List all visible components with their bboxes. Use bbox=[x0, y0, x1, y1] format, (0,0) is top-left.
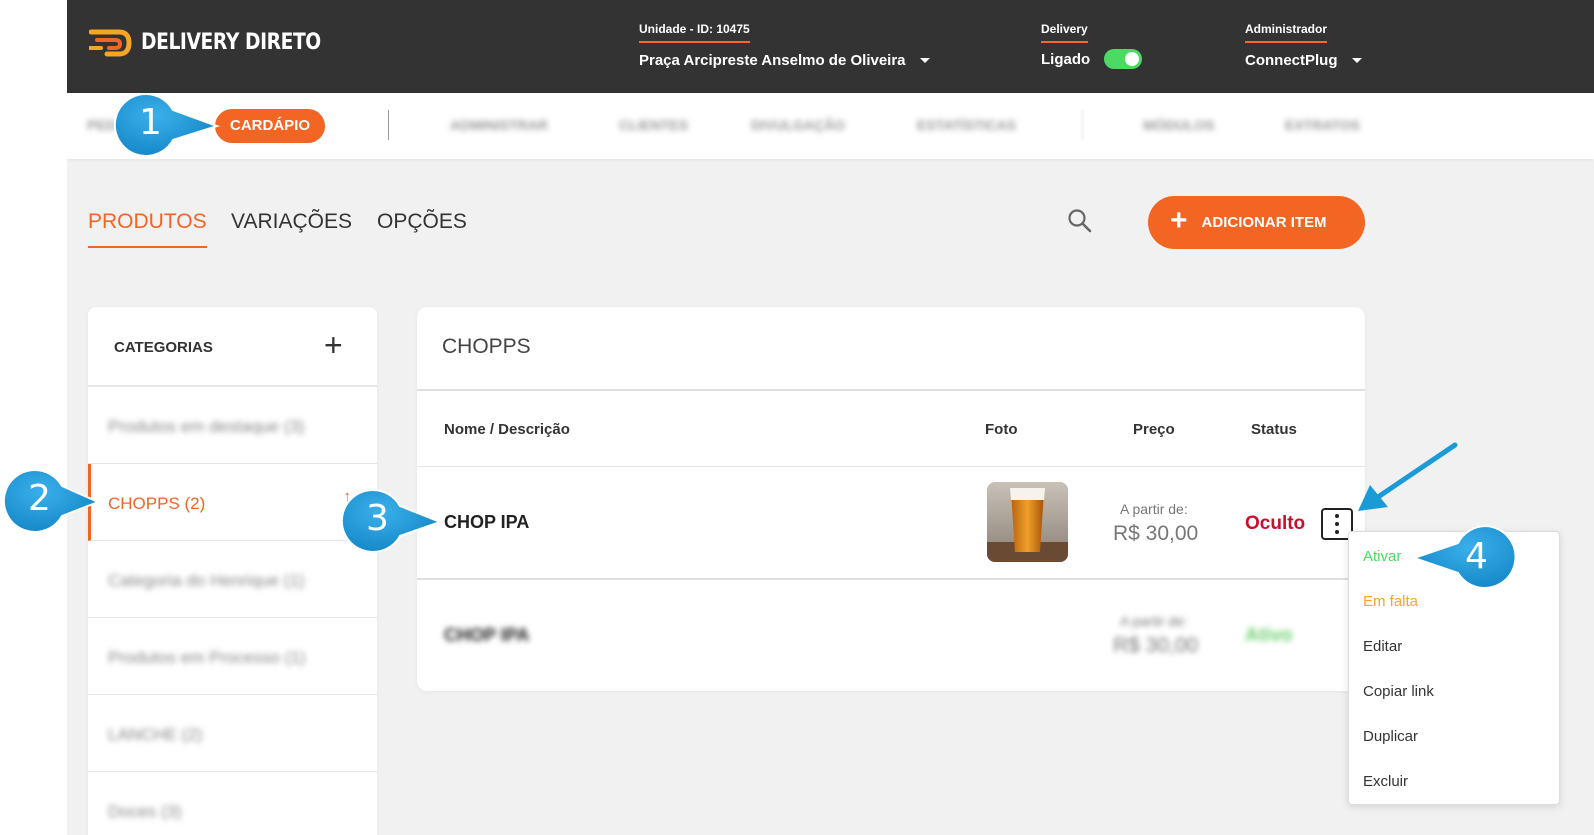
product-name: CHOP IPA bbox=[444, 625, 530, 645]
nav-item-extratos[interactable]: EXTRATOS bbox=[1285, 117, 1360, 133]
categories-title: CATEGORIAS bbox=[114, 339, 213, 356]
plus-icon: + bbox=[1170, 204, 1188, 237]
nav-item-estatisticas[interactable]: ESTATÍSTICAS bbox=[917, 117, 1016, 133]
add-item-label: ADICIONAR ITEM bbox=[1201, 214, 1327, 231]
category-item[interactable]: LANCHE (2) bbox=[88, 695, 377, 772]
callout-2: 2 bbox=[2, 468, 102, 539]
category-label: CHOPPS (2) bbox=[108, 494, 206, 513]
product-photo bbox=[987, 482, 1068, 562]
category-item[interactable]: Doces (3) bbox=[88, 772, 377, 835]
nav-divider bbox=[1082, 110, 1083, 140]
nav-item-divulgacao[interactable]: DIVULGAÇÃO bbox=[751, 117, 845, 133]
unit-selector[interactable]: Unidade - ID: 10475 Praça Arcipreste Ans… bbox=[639, 20, 930, 69]
delivery-toggle[interactable] bbox=[1104, 49, 1143, 69]
annotation-arrow-icon bbox=[1358, 442, 1458, 511]
admin-label: Administrador bbox=[1245, 22, 1328, 43]
tab-opcoes[interactable]: OPÇÕES bbox=[377, 210, 467, 234]
delivery-value: Ligado bbox=[1041, 50, 1091, 68]
category-label: LANCHE (2) bbox=[108, 725, 203, 744]
status-badge: Ativo bbox=[1245, 625, 1293, 646]
admin-name: ConnectPlug bbox=[1245, 52, 1338, 69]
product-price: R$ 30,00 bbox=[1113, 634, 1199, 657]
col-header-status: Status bbox=[1251, 421, 1297, 438]
category-title: CHOPPS bbox=[442, 335, 531, 358]
brand-logo[interactable]: DELIVERY DIRETO bbox=[89, 24, 339, 64]
search-button[interactable] bbox=[1067, 208, 1093, 234]
menu-item-ativar[interactable]: Ativar bbox=[1363, 548, 1401, 565]
callout-1: 1 bbox=[113, 92, 223, 163]
category-label: Produtos em destaque (3) bbox=[108, 417, 305, 436]
delivery-label: Delivery bbox=[1041, 22, 1088, 43]
col-header-photo: Foto bbox=[985, 421, 1018, 438]
callout-3: 3 bbox=[340, 488, 444, 559]
tab-variacoes[interactable]: VARIAÇÕES bbox=[231, 210, 352, 234]
categories-panel: CATEGORIAS + Produtos em destaque (3) CH… bbox=[88, 307, 377, 835]
price-prefix: A partir de: bbox=[1120, 613, 1188, 629]
callout-number: 4 bbox=[1465, 536, 1488, 577]
divider bbox=[417, 578, 1365, 580]
beer-glass-image bbox=[987, 482, 1068, 562]
categories-header: CATEGORIAS + bbox=[88, 307, 377, 387]
delivery-status: Delivery Ligado bbox=[1041, 20, 1143, 69]
category-item[interactable]: Produtos em destaque (3) bbox=[88, 387, 377, 464]
nav-item-cardapio[interactable]: CARDÁPIO bbox=[215, 109, 326, 143]
tab-produtos[interactable]: PRODUTOS bbox=[88, 210, 207, 248]
product-name: CHOP IPA bbox=[444, 512, 530, 532]
unit-name: Praça Arcipreste Anselmo de Oliveira bbox=[639, 52, 906, 69]
callout-number: 1 bbox=[139, 102, 162, 143]
divider bbox=[417, 389, 1365, 391]
price-prefix: A partir de: bbox=[1120, 501, 1188, 517]
status-badge: Oculto bbox=[1245, 513, 1306, 534]
kebab-dot bbox=[1335, 530, 1339, 534]
category-label: Doces (3) bbox=[108, 802, 182, 821]
category-item-chopps[interactable]: CHOPPS (2) ↑ bbox=[88, 464, 377, 541]
toggle-knob bbox=[1125, 52, 1140, 66]
divider bbox=[417, 466, 1365, 467]
category-item[interactable]: Produtos em Processo (1) bbox=[88, 618, 377, 695]
product-price: R$ 30,00 bbox=[1113, 522, 1199, 545]
delivery-logo-icon bbox=[89, 29, 132, 57]
nav-item-clientes[interactable]: CLIENTES bbox=[619, 117, 688, 133]
search-icon bbox=[1068, 209, 1092, 233]
menu-item-copiar-link[interactable]: Copiar link bbox=[1363, 683, 1434, 700]
nav-item-administrar[interactable]: ADMINISTRAR bbox=[450, 117, 548, 133]
callout-bubble-icon bbox=[340, 488, 443, 553]
products-panel: CHOPPS Nome / Descrição Foto Preço Statu… bbox=[417, 307, 1365, 691]
nav-divider bbox=[388, 110, 389, 140]
category-label: Categoria do Henrique (1) bbox=[108, 571, 305, 590]
callout-4: 4 bbox=[1410, 524, 1520, 597]
main-nav: PEDIDOS CARDÁPIO ADMINISTRAR CLIENTES DI… bbox=[67, 93, 1594, 159]
category-label: Produtos em Processo (1) bbox=[108, 648, 306, 667]
unit-label: Unidade - ID: 10475 bbox=[639, 22, 750, 43]
callout-number: 2 bbox=[28, 478, 51, 519]
col-header-name: Nome / Descrição bbox=[444, 421, 570, 438]
category-item[interactable]: Categoria do Henrique (1) bbox=[88, 541, 377, 618]
col-header-price: Preço bbox=[1133, 421, 1175, 438]
nav-item-modulos[interactable]: MÓDULOS bbox=[1143, 117, 1215, 133]
kebab-dot bbox=[1335, 522, 1339, 526]
callout-bubble-icon bbox=[2, 468, 101, 533]
brand-name: DELIVERY DIRETO bbox=[141, 30, 321, 55]
menu-item-editar[interactable]: Editar bbox=[1363, 638, 1402, 655]
add-category-button[interactable]: + bbox=[324, 329, 343, 361]
menu-item-excluir[interactable]: Excluir bbox=[1363, 773, 1408, 790]
add-item-button[interactable]: + ADICIONAR ITEM bbox=[1148, 196, 1365, 249]
admin-selector[interactable]: Administrador ConnectPlug bbox=[1245, 20, 1362, 69]
menu-item-duplicar[interactable]: Duplicar bbox=[1363, 728, 1418, 745]
chevron-down-icon bbox=[919, 58, 930, 63]
top-header: DELIVERY DIRETO Unidade - ID: 10475 Praç… bbox=[67, 0, 1594, 93]
callout-number: 3 bbox=[366, 498, 389, 539]
kebab-dot bbox=[1335, 514, 1339, 518]
callout-bubble-icon bbox=[113, 92, 221, 157]
chevron-down-icon bbox=[1351, 58, 1362, 63]
